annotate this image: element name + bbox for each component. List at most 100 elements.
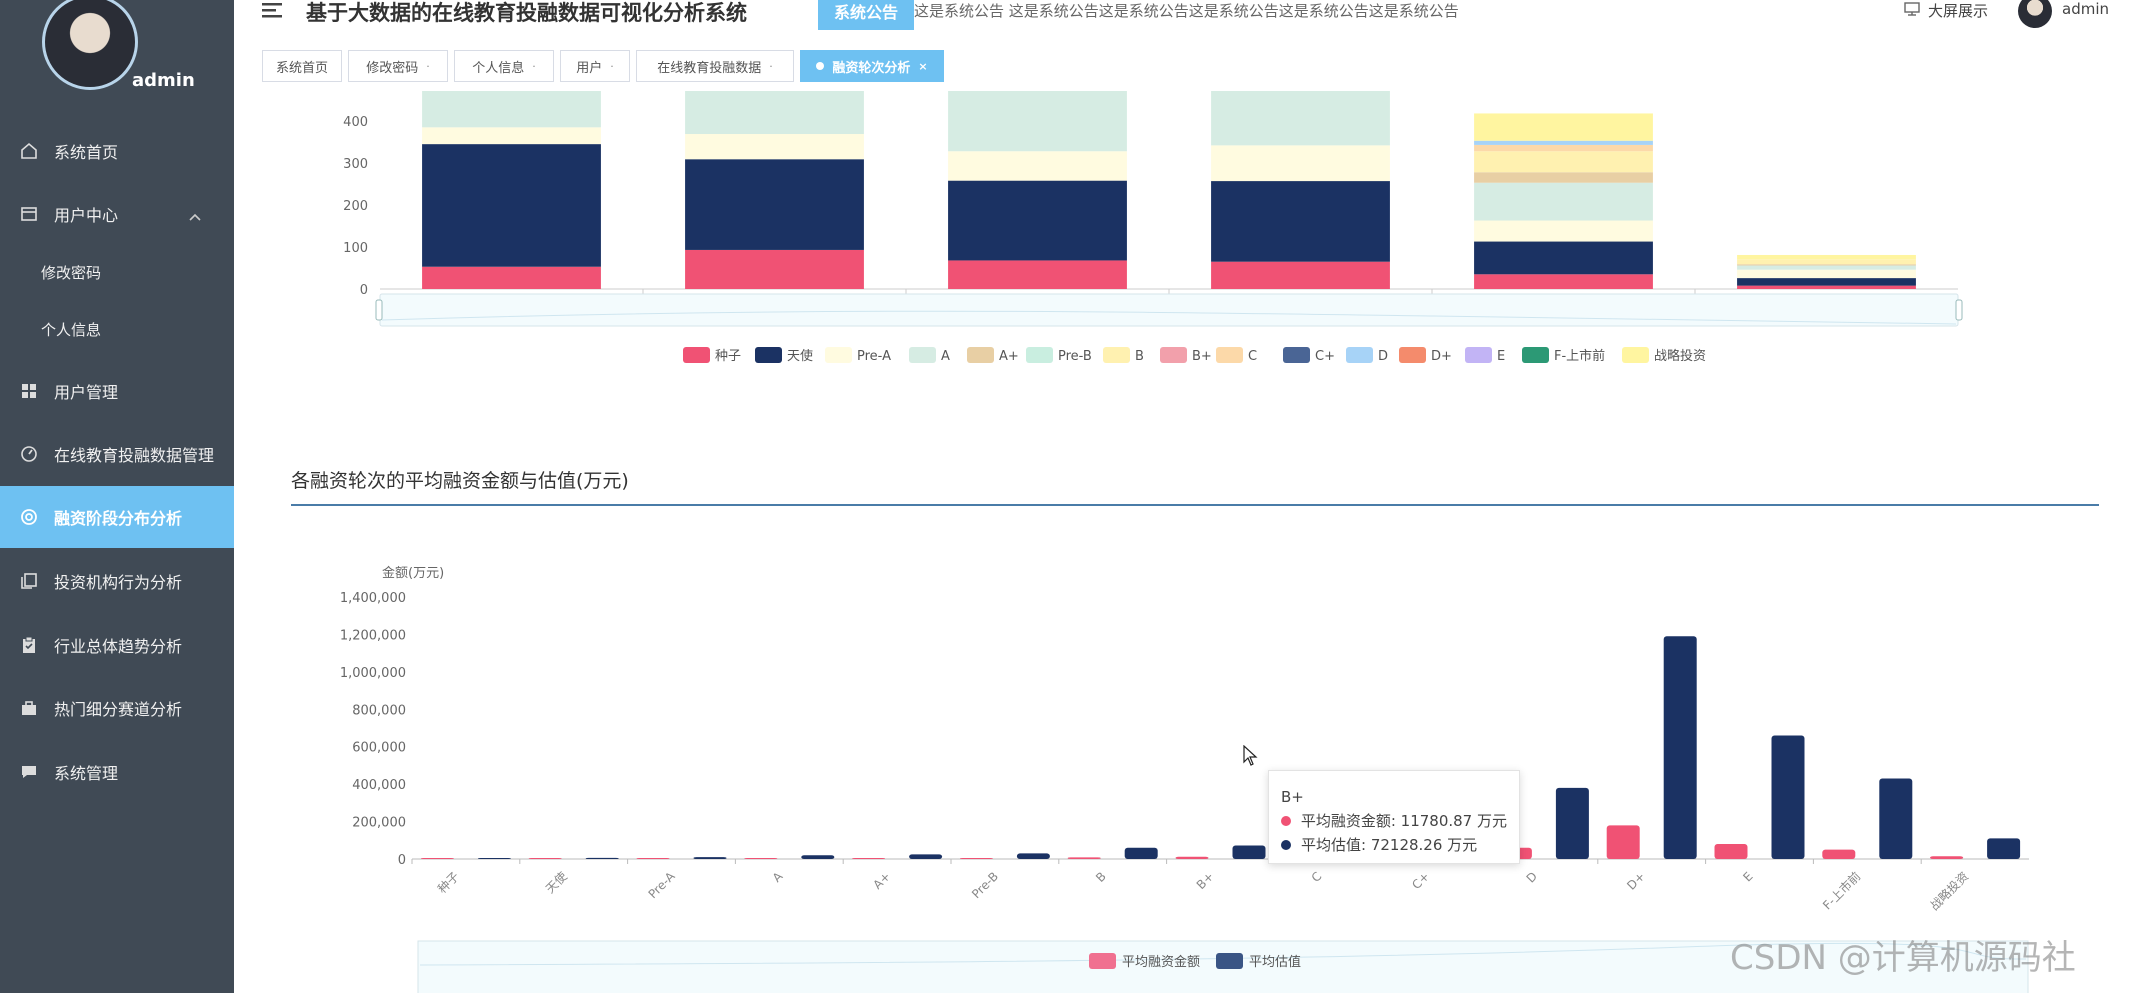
bar[interactable]: [528, 858, 562, 859]
bar[interactable]: [1987, 838, 2021, 859]
bar[interactable]: [852, 858, 886, 859]
tab-edu-data[interactable]: 在线教育投融数据 ·: [636, 50, 794, 82]
top-avatar[interactable]: [2018, 0, 2052, 28]
bar-segment[interactable]: [1474, 274, 1653, 289]
bar[interactable]: [1714, 844, 1748, 859]
close-icon[interactable]: ·: [610, 60, 614, 73]
close-icon[interactable]: ·: [426, 60, 430, 73]
legend-swatch[interactable]: [755, 347, 782, 363]
legend-label[interactable]: Pre-B: [1058, 349, 1092, 364]
bar-segment[interactable]: [422, 266, 601, 289]
bar-segment[interactable]: [1211, 261, 1390, 289]
legend-label[interactable]: E: [1497, 349, 1505, 364]
tab-change-password[interactable]: 修改密码 ·: [348, 50, 448, 82]
bar[interactable]: [1232, 845, 1266, 859]
bar-segment[interactable]: [1737, 254, 1916, 260]
legend-swatch[interactable]: [825, 347, 852, 363]
bar-segment[interactable]: [1474, 144, 1653, 152]
sidebar-item-funding-stage-analysis[interactable]: 融资阶段分布分析: [0, 486, 234, 548]
bar[interactable]: [420, 858, 454, 859]
close-icon[interactable]: ×: [918, 60, 927, 73]
bar-segment[interactable]: [1211, 84, 1390, 146]
legend-swatch[interactable]: [683, 347, 710, 363]
bar-segment[interactable]: [1737, 264, 1916, 266]
bar-segment[interactable]: [1474, 140, 1653, 145]
sidebar-item-user-management[interactable]: 用户管理: [0, 360, 234, 422]
sidebar-item-profile[interactable]: 个人信息: [0, 298, 234, 360]
legend-label[interactable]: A: [941, 349, 950, 364]
sidebar-item-change-password[interactable]: 修改密码: [0, 241, 234, 303]
legend-label[interactable]: B+: [1192, 349, 1212, 364]
tab-home[interactable]: 系统首页: [262, 50, 342, 82]
bar[interactable]: [636, 858, 670, 859]
sidebar-item-industry-trend[interactable]: 行业总体趋势分析: [0, 614, 234, 676]
sidebar-item-home[interactable]: 系统首页: [0, 120, 234, 182]
bar[interactable]: [1771, 735, 1805, 859]
tab-users[interactable]: 用户 ·: [560, 50, 630, 82]
legend-swatch[interactable]: [1216, 953, 1243, 969]
bar-segment[interactable]: [1737, 259, 1916, 265]
bar-segment[interactable]: [422, 144, 601, 267]
bar[interactable]: [744, 858, 778, 859]
legend-swatch[interactable]: [1160, 347, 1187, 363]
legend-swatch[interactable]: [1399, 347, 1426, 363]
bar[interactable]: [959, 858, 993, 859]
bar-segment[interactable]: [948, 151, 1127, 181]
avatar[interactable]: [42, 0, 138, 90]
bar[interactable]: [1555, 787, 1589, 859]
legend-label[interactable]: 天使: [787, 348, 813, 364]
bar-segment[interactable]: [685, 134, 864, 160]
bar-segment[interactable]: [685, 159, 864, 250]
top-user-name[interactable]: admin: [2062, 0, 2109, 18]
bar[interactable]: [477, 858, 511, 859]
sidebar-item-edu-data-management[interactable]: 在线教育投融数据管理: [0, 423, 234, 485]
legend-label[interactable]: C+: [1315, 349, 1335, 364]
bar[interactable]: [1930, 856, 1964, 859]
bar[interactable]: [909, 854, 943, 859]
bar-segment[interactable]: [1474, 220, 1653, 242]
big-screen-link[interactable]: 大屏展示: [1904, 0, 1988, 21]
legend-swatch[interactable]: [1089, 953, 1116, 969]
bar[interactable]: [1016, 853, 1050, 859]
close-icon[interactable]: ·: [532, 60, 536, 73]
legend-label[interactable]: B: [1135, 349, 1144, 364]
legend-label[interactable]: Pre-A: [857, 349, 891, 364]
bar-segment[interactable]: [685, 84, 864, 135]
bar[interactable]: [1175, 856, 1209, 859]
bar[interactable]: [693, 857, 727, 859]
legend-swatch[interactable]: [1522, 347, 1549, 363]
bar[interactable]: [585, 857, 619, 859]
legend-swatch[interactable]: [1103, 347, 1130, 363]
bar[interactable]: [1879, 778, 1913, 859]
legend-label[interactable]: F-上市前: [1554, 348, 1605, 364]
legend-label[interactable]: 平均估值: [1249, 954, 1301, 970]
legend-label[interactable]: A+: [999, 349, 1019, 364]
bar-segment[interactable]: [1474, 182, 1653, 221]
legend-swatch[interactable]: [1216, 347, 1243, 363]
bar-segment[interactable]: [1474, 241, 1653, 275]
legend-label[interactable]: 种子: [715, 349, 741, 364]
bar-segment[interactable]: [1737, 278, 1916, 286]
tab-profile[interactable]: 个人信息 ·: [454, 50, 554, 82]
bar-segment[interactable]: [1474, 113, 1653, 141]
legend-label[interactable]: 平均融资金额: [1122, 954, 1200, 970]
legend-swatch[interactable]: [967, 347, 994, 363]
bar-segment[interactable]: [948, 84, 1127, 152]
sidebar-item-system-management[interactable]: 系统管理: [0, 741, 234, 803]
bar-segment[interactable]: [1474, 151, 1653, 173]
legend-swatch[interactable]: [1622, 347, 1649, 363]
bar[interactable]: [1124, 847, 1158, 859]
bar[interactable]: [1822, 849, 1856, 859]
bar[interactable]: [1606, 825, 1640, 859]
bar[interactable]: [1663, 636, 1697, 859]
bar-segment[interactable]: [422, 84, 601, 128]
bar-segment[interactable]: [1737, 265, 1916, 270]
legend-label[interactable]: D+: [1431, 349, 1452, 364]
bar-segment[interactable]: [948, 180, 1127, 261]
bar-segment[interactable]: [1474, 172, 1653, 183]
legend-label[interactable]: D: [1378, 349, 1388, 364]
close-icon[interactable]: ·: [769, 60, 773, 73]
menu-toggle-icon[interactable]: [262, 2, 282, 20]
bar-segment[interactable]: [1737, 269, 1916, 279]
legend-swatch[interactable]: [909, 347, 936, 363]
